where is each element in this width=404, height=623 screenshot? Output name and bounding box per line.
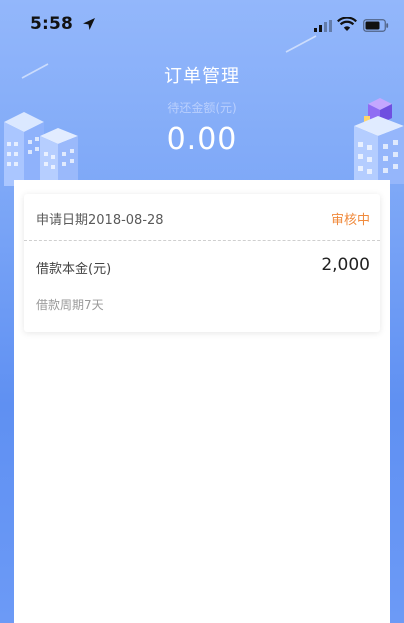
loan-term: 借款周期7天 (36, 298, 104, 312)
order-card-header: 申请日期2018-08-28 审核中 (24, 194, 380, 241)
status-bar: 5:58 (0, 0, 404, 44)
building-illustration (354, 98, 404, 184)
principal-value: 2,000 (321, 255, 370, 275)
battery-icon (363, 19, 389, 32)
page-title: 订单管理 (164, 66, 240, 87)
buildings-illustration (4, 112, 78, 186)
wifi-icon (337, 17, 357, 31)
signal-icon (314, 20, 332, 32)
status-badge: 审核中 (330, 213, 370, 228)
decor-streak (285, 35, 317, 53)
status-time: 5:58 (30, 14, 74, 34)
content-panel: 申请日期2018-08-28 审核中 借款本金(元) 2,000 借款周期7天 (14, 180, 390, 623)
location-arrow-icon (83, 18, 95, 30)
apply-date: 申请日期2018-08-28 (36, 213, 164, 228)
principal-label: 借款本金(元) (36, 262, 112, 277)
order-card[interactable]: 申请日期2018-08-28 审核中 借款本金(元) 2,000 借款周期7天 (24, 194, 380, 332)
